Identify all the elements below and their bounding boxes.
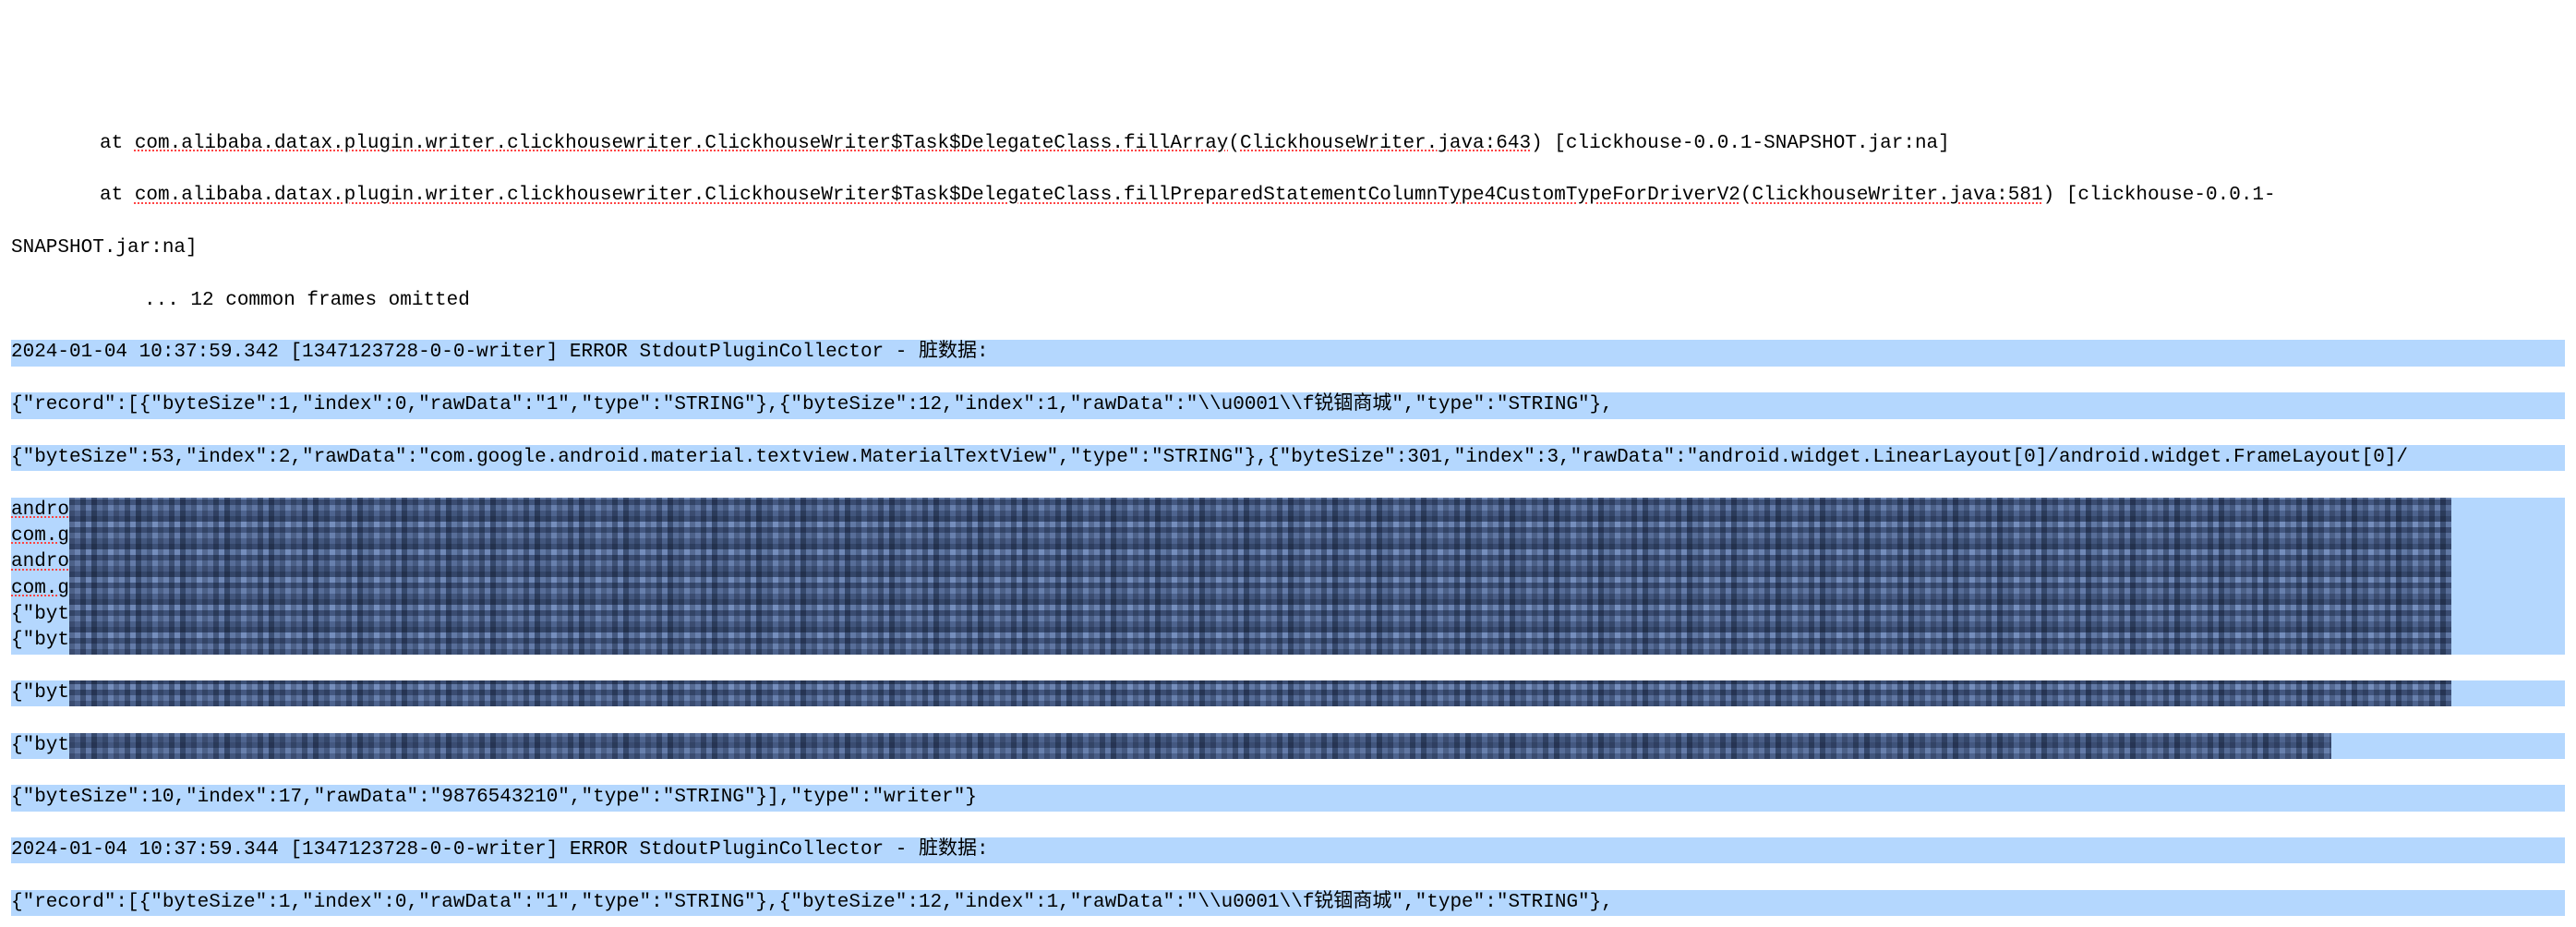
stack-class: com.alibaba.datax.plugin.writer.clickhou… xyxy=(135,133,1229,154)
stack-file: ClickhouseWriter.java:581 xyxy=(1752,185,2043,206)
partial-text: {"byt xyxy=(11,680,69,706)
partial-text: com.g xyxy=(11,578,69,599)
bracket: ] xyxy=(186,237,198,259)
pixelated-redaction xyxy=(69,680,2451,706)
redacted-prefix-column: {"byt xyxy=(11,733,69,759)
stack-class: com.alibaba.datax.plugin.writer.clickhou… xyxy=(135,185,1740,206)
stack-frame-2: at com.alibaba.datax.plugin.writer.click… xyxy=(11,183,2565,209)
paren: ) [ xyxy=(2043,185,2078,206)
paren: ) [ xyxy=(1531,133,1566,154)
stack-file: ClickhouseWriter.java:643 xyxy=(1240,133,1531,154)
frames-omitted: ... 12 common frames omitted xyxy=(11,288,2565,314)
paren: ( xyxy=(1228,133,1240,154)
stack-frame-1: at com.alibaba.datax.plugin.writer.click… xyxy=(11,131,2565,157)
jar-ref-cont: SNAPSHOT.jar:na xyxy=(11,237,186,259)
pixelated-redaction xyxy=(69,733,2331,759)
stack-frame-2-cont: SNAPSHOT.jar:na] xyxy=(11,235,2565,261)
redacted-block-row[interactable]: andro com.g andro com.g {"byt{"byt xyxy=(11,498,2565,655)
log-entry-header[interactable]: 2024-01-04 10:37:59.344 [1347123728-0-0-… xyxy=(11,837,2565,863)
dirty-data-record-line[interactable]: {"record":[{"byteSize":1,"index":0,"rawD… xyxy=(11,890,2565,916)
redacted-prefix-column: andro com.g andro com.g {"byt{"byt xyxy=(11,498,69,655)
at-prefix: at xyxy=(100,185,135,206)
redacted-block-row[interactable]: {"byt xyxy=(11,680,2565,706)
partial-text: andro xyxy=(11,500,69,521)
paren: ( xyxy=(1740,185,1752,206)
partial-text: {"byt xyxy=(11,602,69,628)
jar-ref: clickhouse-0.0.1- xyxy=(2077,185,2275,206)
jar-ref: clickhouse-0.0.1-SNAPSHOT.jar:na xyxy=(1566,133,1938,154)
at-prefix: at xyxy=(100,133,135,154)
partial-text: andro xyxy=(11,551,69,572)
redacted-block-row[interactable]: {"byt xyxy=(11,733,2565,759)
log-entry-header[interactable]: 2024-01-04 10:37:59.342 [1347123728-0-0-… xyxy=(11,340,2565,366)
dirty-data-record-line[interactable]: {"byteSize":10,"index":17,"rawData":"987… xyxy=(11,785,2565,811)
partial-text: com.g xyxy=(11,525,69,547)
dirty-data-record-line[interactable]: {"record":[{"byteSize":1,"index":0,"rawD… xyxy=(11,392,2565,418)
pixelated-redaction xyxy=(69,498,2451,655)
dirty-data-record-line[interactable]: {"byteSize":53,"index":2,"rawData":"com.… xyxy=(11,445,2565,471)
partial-text: {"byt xyxy=(11,733,69,759)
log-output: at com.alibaba.datax.plugin.writer.click… xyxy=(0,104,2576,927)
bracket: ] xyxy=(1938,133,1950,154)
redacted-prefix-column: {"byt xyxy=(11,680,69,706)
partial-text: {"byt xyxy=(11,628,69,654)
